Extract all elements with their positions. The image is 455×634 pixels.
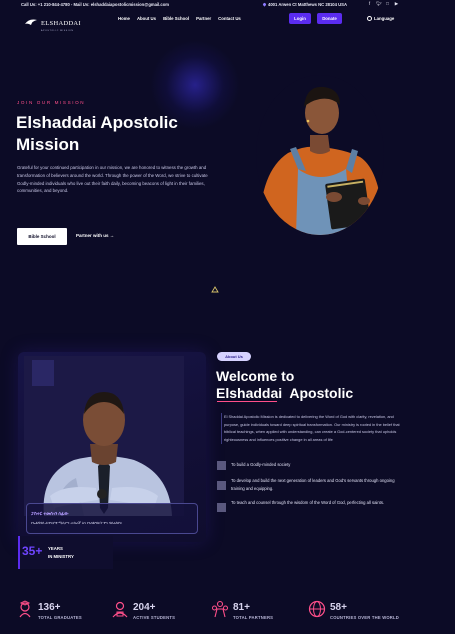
location-pin-icon [262, 2, 267, 7]
globe-icon [308, 600, 326, 618]
checkbox-icon [217, 461, 226, 470]
stat-partners-number: 81+ [233, 602, 250, 613]
students-icon [112, 601, 128, 618]
language-label: Language [374, 16, 395, 21]
scroll-indicator-icon[interactable] [211, 286, 219, 293]
partner-link[interactable]: Partner with us → [76, 233, 114, 238]
instagram-icon[interactable]: □ [385, 1, 390, 6]
address-text: 4001 Arwen Ct Matthews NC 28104 USA [268, 2, 347, 7]
stat-countries-number: 58+ [330, 602, 347, 613]
title-underline [217, 401, 277, 403]
stat-partners-label: TOTAL PARTNERS [233, 615, 274, 620]
donate-button[interactable]: Donate [317, 13, 342, 24]
hero-description: Grateful for your continued participatio… [17, 165, 208, 194]
pastor-photo [24, 356, 184, 516]
years-label: YEARS IN MINISTRY [48, 545, 74, 561]
dove-logo-icon [25, 19, 37, 25]
nav-home[interactable]: Home [118, 16, 130, 21]
years-number: 35+ [22, 544, 43, 558]
stat-countries-label: COUNTRIES OVER THE WORLD [330, 615, 400, 620]
about-pill: About Us [217, 352, 251, 361]
nav-partner[interactable]: Partner [196, 16, 211, 21]
youtube-icon[interactable]: ▶ [394, 1, 399, 6]
pastor-role: የኤልሻዳይ ሐዋርያዊ ሚሲዮን መስራች እና የአገልግሎት ዋና ዳይሬ… [31, 521, 123, 525]
contact-info: Call Us: +1 210-844-4780 - Mail Us: elsh… [21, 2, 170, 7]
top-contact-bar: Call Us: +1 210-844-4780 - Mail Us: elsh… [0, 0, 455, 10]
logo-name: ELSHADDAI [41, 20, 81, 27]
language-selector[interactable]: Language [367, 16, 394, 21]
globe-icon [367, 16, 372, 21]
graduate-icon [19, 600, 31, 618]
mission-item: To develop and build the next generation… [231, 478, 395, 491]
nav-about[interactable]: About Us [137, 16, 156, 21]
stat-students-label: ACTIVE STUDENTS [133, 615, 176, 620]
checkbox-icon [217, 503, 226, 512]
social-links: f 🐦︎ □ ▶ [367, 1, 399, 6]
checkbox-icon [217, 481, 226, 490]
bible-school-button[interactable]: Bible School [17, 228, 67, 245]
nav-links: Home About Us Bible School Partner Conta… [118, 16, 241, 21]
twitter-icon[interactable]: 🐦︎ [376, 1, 382, 6]
about-title-line1: Welcome to [216, 368, 295, 384]
stat-students-number: 204+ [133, 602, 156, 613]
years-label-line2: IN MINISTRY [48, 554, 74, 559]
logo-text: ELSHADDAI APOSTOLIC MISSION [41, 12, 81, 32]
hero-woman-photo [256, 75, 384, 235]
nav-bible-school[interactable]: Bible School [163, 16, 189, 21]
pastor-name: ፓስተር ተመስገን ሰፊው [31, 511, 69, 516]
facebook-icon[interactable]: f [367, 1, 372, 6]
logo-subtitle: APOSTOLIC MISSION [41, 30, 74, 32]
about-description: El Shaddai Apostolic Mission is dedicate… [221, 413, 405, 444]
partners-icon [212, 600, 228, 618]
stat-graduates-label: TOTAL GRADUATES [38, 615, 82, 620]
nav-contact[interactable]: Contact Us [218, 16, 241, 21]
mission-item: To build a Godly-minded society [231, 462, 291, 467]
pastor-name-tag [26, 503, 198, 534]
address-info: 4001 Arwen Ct Matthews NC 28104 USA [262, 2, 347, 7]
hero-eyebrow: JOIN OUR MISSION [17, 100, 86, 105]
site-logo[interactable]: ELSHADDAI APOSTOLIC MISSION [24, 12, 81, 32]
years-label-line1: YEARS [48, 546, 63, 551]
about-title-line2: Elshaddai Apostolic [216, 385, 354, 401]
hero-title: Elshaddai Apostolic Mission [16, 113, 178, 154]
mission-item: To teach and counsel through the wisdom … [231, 500, 385, 505]
login-button[interactable]: Login [289, 13, 311, 24]
stat-graduates-number: 136+ [38, 602, 61, 613]
